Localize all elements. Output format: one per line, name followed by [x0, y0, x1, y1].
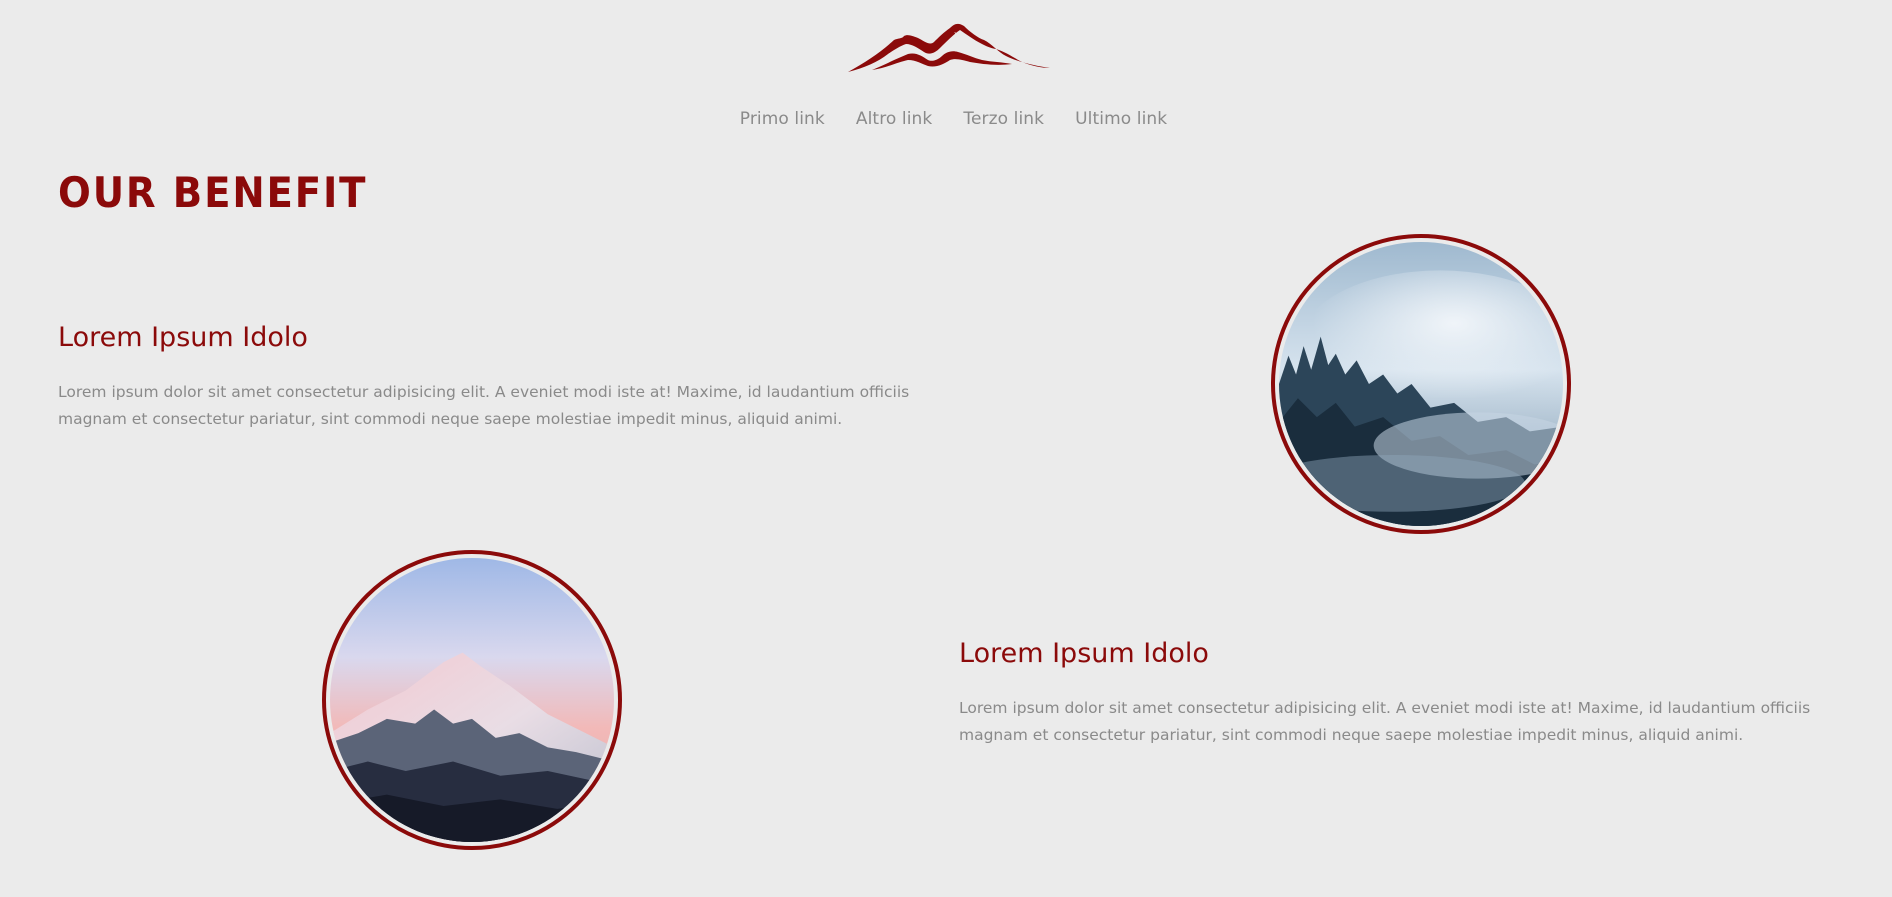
section-title: OUR BENEFIT: [58, 168, 368, 217]
page: Primo link Altro link Terzo link Ultimo …: [0, 0, 1892, 897]
benefit-text: Lorem ipsum dolor sit amet consectetur a…: [58, 383, 910, 428]
benefit-image-forest: [1271, 234, 1571, 534]
nav-link-altro[interactable]: Altro link: [856, 109, 933, 129]
benefit-image-mountain: [322, 550, 622, 850]
nav-link-ultimo[interactable]: Ultimo link: [1075, 109, 1167, 129]
benefit-text: Lorem ipsum dolor sit amet consectetur a…: [959, 699, 1811, 744]
mountain-logo-icon[interactable]: [846, 22, 1050, 74]
benefit-title: Lorem Ipsum Idolo: [959, 638, 1209, 669]
nav-link-primo[interactable]: Primo link: [740, 109, 825, 129]
nav-link-terzo[interactable]: Terzo link: [963, 109, 1044, 129]
snowy-mountain-photo: [330, 558, 614, 842]
benefit-title: Lorem Ipsum Idolo: [58, 322, 308, 353]
main-nav: Primo link Altro link Terzo link Ultimo …: [0, 109, 1892, 129]
foggy-forest-photo: [1279, 242, 1563, 526]
